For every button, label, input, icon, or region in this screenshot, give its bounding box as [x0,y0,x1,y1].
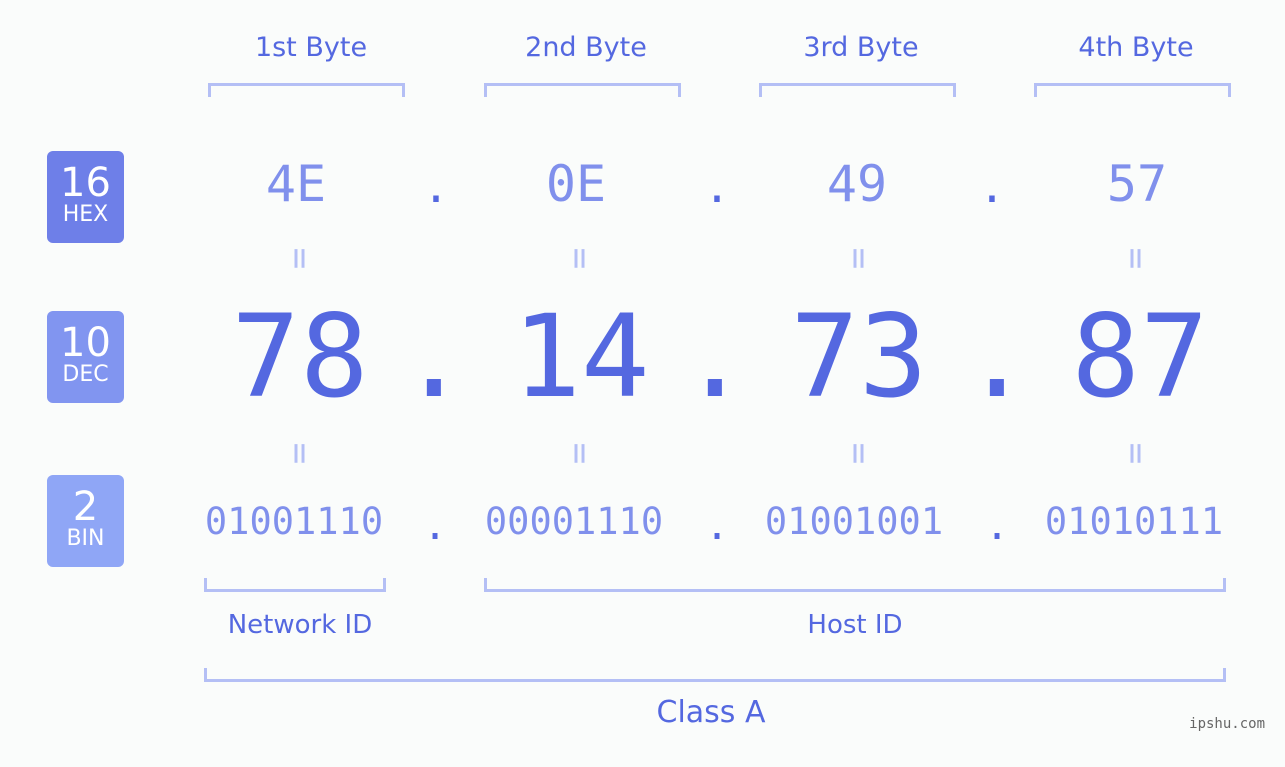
hex-dot-3: . [978,162,1006,213]
byte-bracket-4 [1034,83,1231,97]
host-id-label: Host ID [807,610,903,640]
byte-bracket-2 [484,83,681,97]
equals-icon: = [1115,442,1157,465]
dec-value-4: 87 [1071,290,1209,423]
bin-badge-label: BIN [66,526,105,551]
hex-badge-number: 16 [60,160,111,206]
byte-bracket-3 [759,83,956,97]
equals-icon: = [838,247,880,270]
dec-value-3: 73 [790,290,928,423]
bin-value-4: 01010111 [1044,500,1224,543]
dec-dot-3: . [962,290,1032,423]
bin-dot-2: . [704,503,730,549]
bin-value-1: 01001110 [204,500,384,543]
hex-value-4: 57 [1106,155,1168,213]
class-bracket [204,668,1226,682]
class-label: Class A [656,695,766,730]
byte-label-1: 1st Byte [254,32,368,63]
dec-value-1: 78 [231,290,369,423]
equals-icon: = [838,442,880,465]
hex-badge: 16 HEX [47,151,124,243]
bin-value-3: 01001001 [764,500,944,543]
hex-badge-label: HEX [62,202,109,227]
dec-dot-1: . [399,290,469,423]
bin-badge: 2 BIN [47,475,124,567]
byte-label-3: 3rd Byte [803,32,919,63]
network-id-label: Network ID [227,610,373,640]
dec-badge-number: 10 [60,320,111,366]
watermark: ipshu.com [1189,716,1265,732]
dec-badge: 10 DEC [47,311,124,403]
byte-label-4: 4th Byte [1078,32,1194,63]
byte-bracket-1 [208,83,405,97]
host-id-bracket [484,578,1226,592]
dec-value-2: 14 [512,290,650,423]
equals-icon: = [279,247,321,270]
bin-dot-3: . [984,503,1010,549]
hex-dot-2: . [703,162,731,213]
network-id-bracket [204,578,386,592]
byte-label-2: 2nd Byte [525,32,647,63]
hex-dot-1: . [422,162,450,213]
bin-badge-number: 2 [72,484,99,530]
hex-value-3: 49 [826,155,888,213]
equals-icon: = [279,442,321,465]
bin-dot-1: . [422,503,448,549]
equals-icon: = [559,442,601,465]
dec-dot-2: . [680,290,750,423]
equals-icon: = [559,247,601,270]
hex-value-2: 0E [545,155,607,213]
dec-badge-label: DEC [62,362,109,387]
bin-value-2: 00001110 [484,500,664,543]
hex-value-1: 4E [265,155,327,213]
equals-icon: = [1115,247,1157,270]
